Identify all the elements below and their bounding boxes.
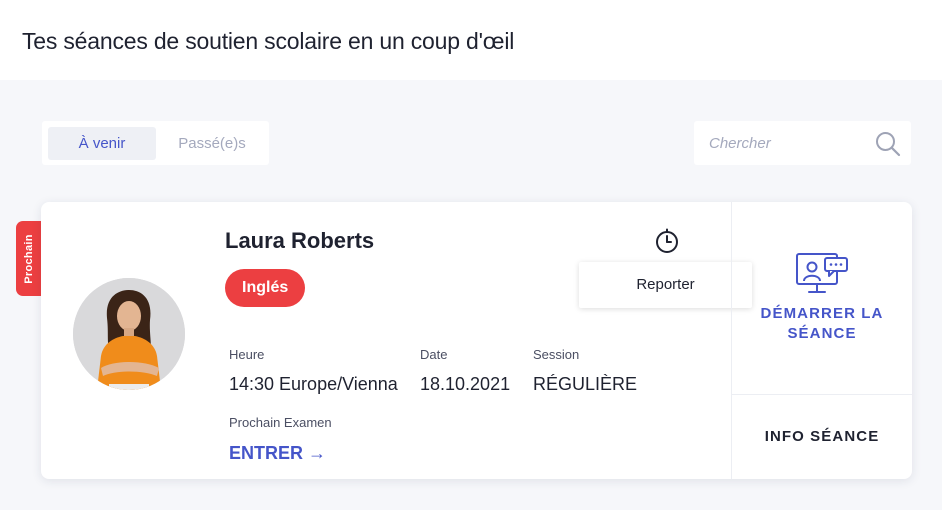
start-session-label-line1: DÉMARRER LA xyxy=(760,305,884,322)
tab-past[interactable]: Passé(e)s xyxy=(162,127,262,160)
tab-upcoming[interactable]: À venir xyxy=(48,127,156,160)
video-call-icon xyxy=(796,253,848,293)
time-value: 14:30 Europe/Vienna xyxy=(229,374,398,394)
session-type-label: Session xyxy=(533,347,580,362)
reporter-button[interactable]: Reporter xyxy=(579,262,752,308)
search-input[interactable] xyxy=(694,121,869,165)
time-label: Heure xyxy=(229,347,265,362)
next-session-badge-label: Prochain xyxy=(23,233,35,284)
session-tabs: À venir Passé(e)s xyxy=(42,121,269,165)
enter-exam-link[interactable]: ENTRER → xyxy=(229,443,326,464)
page-header: Tes séances de soutien scolaire en un co… xyxy=(0,0,942,80)
subject-badge: Inglés xyxy=(225,269,306,307)
session-type-value: RÉGULIÈRE xyxy=(533,374,638,394)
date-value: 18.10.2021 xyxy=(420,374,511,394)
next-session-badge: Prochain xyxy=(16,221,42,296)
start-session-button[interactable]: DÉMARRER LA SÉANCE xyxy=(732,202,912,394)
tutor-name: Laura Roberts xyxy=(225,228,375,253)
date-label: Date xyxy=(420,347,448,362)
tutor-photo xyxy=(73,278,185,390)
search-icon[interactable] xyxy=(874,130,902,158)
session-info-button[interactable]: INFO SÉANCE xyxy=(732,395,912,479)
session-card: Laura Roberts Inglés Reporter Heure 14:3… xyxy=(41,202,912,479)
clock-icon[interactable] xyxy=(654,228,680,254)
start-session-label-line2: SÉANCE xyxy=(787,325,857,342)
search-box xyxy=(694,121,911,165)
page-title: Tes séances de soutien scolaire en un co… xyxy=(22,28,515,54)
tutor-avatar xyxy=(73,278,185,390)
start-session-label: DÉMARRER LA SÉANCE xyxy=(732,304,912,344)
next-exam-label: Prochain Examen xyxy=(229,415,332,430)
